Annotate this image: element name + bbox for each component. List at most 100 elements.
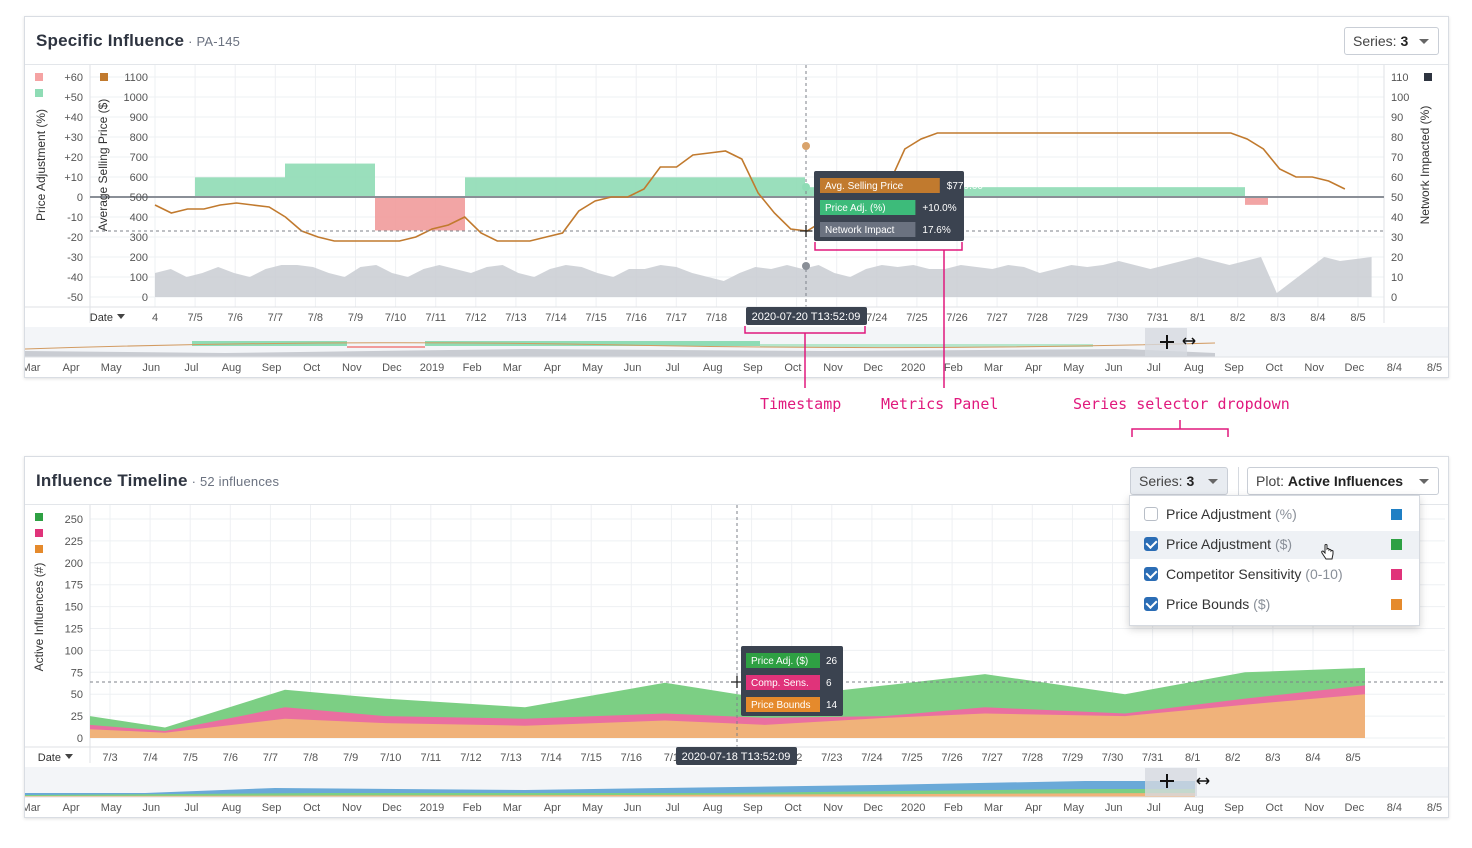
right-axis-tick: 40 [1391, 212, 1403, 224]
price-adjustment-bar [195, 177, 285, 197]
left-axis1-tick: +10 [64, 172, 83, 184]
left-axis2-tick: 1100 [124, 72, 148, 84]
overview-axis-tick: 2020 [901, 802, 925, 814]
color-swatch [1391, 569, 1402, 580]
overview-axis-tick: Jul [1147, 362, 1161, 374]
left-axis1-tick: -40 [67, 272, 83, 284]
overview-axis-tick: Mar [984, 802, 1003, 814]
x-axis-tick: 7/31 [1142, 752, 1163, 764]
checkbox[interactable] [1144, 567, 1158, 581]
overview-axis-tick: May [582, 802, 603, 814]
left-axis1-tick: -20 [67, 232, 83, 244]
right-axis-label: Network Impacted (%) [1418, 106, 1432, 225]
series-option-price-bounds[interactable]: Price Bounds ($) [1130, 591, 1419, 619]
checkbox[interactable] [1144, 537, 1158, 551]
annotation-timestamp: Timestamp [760, 395, 842, 413]
overview-axis-tick: Nov [823, 362, 843, 374]
overview-axis-tick: Oct [784, 802, 801, 814]
overview-axis-tick: Sep [743, 362, 763, 374]
overview-axis-tick: May [1063, 802, 1084, 814]
series-option-competitor-sensitivity[interactable]: Competitor Sensitivity (0-10) [1130, 561, 1419, 589]
toolbar-divider [1238, 467, 1239, 495]
x-axis-tick: 7/26 [946, 312, 967, 324]
left-axis2-tick: 700 [130, 152, 148, 164]
overview-axis-tick: Dec [382, 362, 402, 374]
overview-axis-tick: 2019 [420, 362, 444, 374]
y-axis-tick: 0 [77, 733, 83, 745]
x-axis-tick: 8/5 [1350, 312, 1365, 324]
hand-cursor-icon [1321, 544, 1334, 560]
x-axis-tick: 7/25 [906, 312, 927, 324]
specific-influence-chart[interactable]: +60+50+40+30+20+100-10-20-30-40-50110010… [25, 65, 1448, 377]
overview-axis-tick: Jul [666, 362, 680, 374]
legend-swatch [35, 545, 43, 553]
overview-axis-tick: May [101, 362, 122, 374]
y-axis-tick: 75 [71, 667, 83, 679]
series-option-price-adjustment-usd[interactable]: Price Adjustment ($) [1130, 531, 1419, 560]
overview-axis-tick: Jun [1105, 802, 1123, 814]
right-axis-tick: 70 [1391, 152, 1403, 164]
y-axis-tick: 200 [65, 558, 83, 570]
network-impact-area [155, 257, 1372, 297]
hover-point [802, 183, 810, 191]
checkbox[interactable] [1144, 597, 1158, 611]
overview-axis-tick: Apr [544, 802, 561, 814]
overview-axis-tick: Mar [503, 362, 522, 374]
x-axis-tick: 4 [152, 312, 158, 324]
crosshair-cursor-icon [800, 225, 812, 237]
x-axis-tick: 8/4 [1310, 312, 1325, 324]
panel-header: Specific Influence · PA-145 Series: 3 [25, 17, 1448, 65]
overview-axis-tick: Nov [342, 362, 362, 374]
overview-axis-tick: Sep [743, 802, 763, 814]
left-axis2-tick: 800 [130, 132, 148, 144]
tooltip-tag-label: Comp. Sens. [751, 678, 809, 689]
x-axis-tick: 8/1 [1185, 752, 1200, 764]
overview-axis-tick: Apr [1025, 802, 1042, 814]
timestamp-text: 2020-07-20 T13:52:09 [752, 311, 861, 323]
overview-axis-tick: May [1063, 362, 1084, 374]
right-axis-tick: 50 [1391, 192, 1403, 204]
x-axis-tick: 7/24 [861, 752, 882, 764]
series-dropdown-button[interactable]: Series: 3 [1344, 27, 1439, 55]
x-axis-tick: 7/26 [941, 752, 962, 764]
left-axis2-tick: 1000 [124, 92, 148, 104]
y-axis-label: Active Influences (#) [32, 563, 46, 672]
x-axis-tick: 7/18 [706, 312, 727, 324]
tooltip-tag-label: Price Bounds [751, 700, 810, 711]
tooltip-tag-label: Network Impact [825, 225, 895, 236]
overview-axis-tick: Dec [1345, 802, 1365, 814]
timestamp-text: 2020-07-18 T13:52:09 [682, 751, 791, 763]
series-option-price-adjustment-pct[interactable]: Price Adjustment (%) [1130, 501, 1419, 529]
x-axis-tick: 7/4 [142, 752, 157, 764]
overview-axis-tick: Mar [25, 802, 41, 814]
x-axis-tick: 7/9 [348, 312, 363, 324]
overview-axis-tick: Jul [666, 802, 680, 814]
x-axis-tick: 7/27 [986, 312, 1007, 324]
series-dropdown-button[interactable]: Series: 3 [1130, 467, 1228, 495]
x-axis-tick: 7/8 [308, 312, 323, 324]
x-axis-tick: 7/29 [1062, 752, 1083, 764]
tooltip-tag-label: Avg. Selling Price [825, 181, 904, 192]
overview-axis-tick: 8/5 [1427, 802, 1442, 814]
tooltip-value: +10.0% [922, 203, 956, 214]
x-axis-tick: 8/3 [1270, 312, 1285, 324]
x-axis-tick: 7/27 [981, 752, 1002, 764]
overview-axis-tick: Oct [784, 362, 801, 374]
plot-dropdown-button[interactable]: Plot: Active Influences [1247, 467, 1439, 495]
overview-axis-tick: Jun [624, 802, 642, 814]
x-axis-tick: 7/7 [263, 752, 278, 764]
overview-axis-tick: Apr [1025, 362, 1042, 374]
x-axis-tick: 7/25 [901, 752, 922, 764]
legend-swatch [35, 529, 43, 537]
overview-axis-tick: Jun [624, 362, 642, 374]
x-axis-tick: 8/1 [1190, 312, 1205, 324]
left-axis1-tick: -50 [67, 292, 83, 304]
left-axis1-tick: +60 [64, 72, 83, 84]
overview-axis-tick: Sep [262, 802, 282, 814]
x-axis-tick: 7/7 [268, 312, 283, 324]
x-axis-tick: 8/4 [1305, 752, 1320, 764]
checkbox[interactable] [1144, 507, 1158, 521]
overview-axis-tick: Oct [303, 802, 320, 814]
overview-axis-tick: 8/5 [1427, 362, 1442, 374]
left-axis2-label: Average Selling Price ($) [96, 99, 110, 232]
